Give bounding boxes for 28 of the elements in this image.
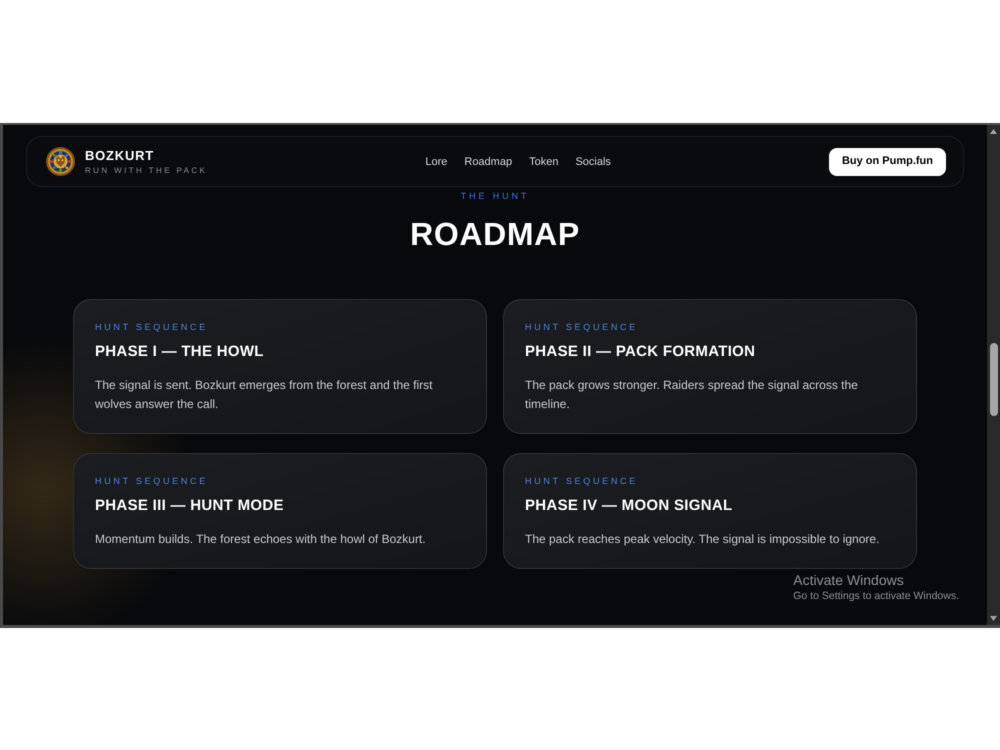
scroll-down-icon[interactable] xyxy=(990,616,997,621)
phase-title: PHASE IV — MOON SIGNAL xyxy=(525,496,732,516)
logo-icon xyxy=(46,147,75,176)
brand-name: BOZKURT xyxy=(85,147,154,164)
scrollbar[interactable] xyxy=(987,125,1000,625)
phase-title: PHASE III — HUNT MODE xyxy=(95,496,284,516)
scrollbar-thumb[interactable] xyxy=(990,343,998,416)
phase-description: The signal is sent. Bozkurt emerges from the forest and the first wolves answer the call. xyxy=(95,377,434,413)
scroll-up-icon[interactable] xyxy=(990,129,997,134)
sequence-label: HUNT SEQUENCE xyxy=(95,475,208,487)
sequence-label: HUNT SEQUENCE xyxy=(525,321,638,333)
buy-button[interactable]: Buy on Pump.fun xyxy=(828,148,946,176)
phase-description: Momentum builds. The forest echoes with the howl of Bozkurt. xyxy=(95,531,427,548)
phase-description: The pack grows stronger. Raiders spread the signal across the timeline. xyxy=(525,377,859,413)
activation-notice-title: Activate Windows xyxy=(793,572,905,589)
nav-link[interactable]: Roadmap xyxy=(464,154,512,168)
section-eyebrow: THE HUNT xyxy=(460,190,530,202)
brand-tagline: RUN WITH THE PACK xyxy=(85,166,208,176)
phase-description: The pack reaches peak velocity. The signal is impossible to ignore. xyxy=(525,531,880,548)
sequence-label: HUNT SEQUENCE xyxy=(525,475,638,487)
nav-link[interactable]: Socials xyxy=(575,154,611,168)
phase-title: PHASE II — PACK FORMATION xyxy=(525,342,756,362)
nav-link[interactable]: Token xyxy=(529,154,558,168)
nav-link[interactable]: Lore xyxy=(425,154,448,168)
sequence-label: HUNT SEQUENCE xyxy=(95,321,208,333)
section-title: ROADMAP xyxy=(410,215,580,254)
activation-notice-text: Go to Settings to activate Windows. xyxy=(793,589,959,603)
phase-title: PHASE I — THE HOWL xyxy=(95,342,264,362)
